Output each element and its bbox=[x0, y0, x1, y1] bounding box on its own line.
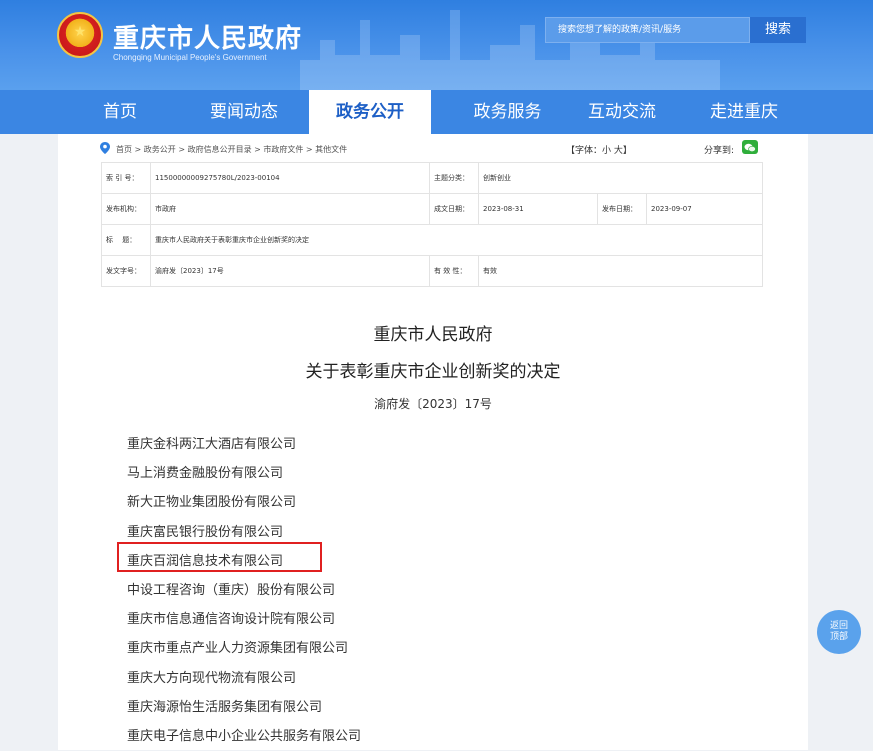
validity-label: 有 效 性： bbox=[429, 255, 479, 287]
wechat-icon[interactable] bbox=[742, 140, 758, 154]
published-date-label: 发布日期： bbox=[597, 193, 647, 225]
main-nav: 首页 要闻动态 政务公开 政务服务 互动交流 走进重庆 bbox=[0, 90, 873, 134]
nav-item-about-chongqing[interactable]: 走进重庆 bbox=[699, 90, 789, 134]
nav-item-gov-services[interactable]: 政务服务 bbox=[450, 90, 565, 134]
list-item: 中设工程咨询（重庆）股份有限公司 bbox=[127, 582, 336, 598]
list-item: 马上消费金融股份有限公司 bbox=[127, 466, 284, 482]
highlight-box bbox=[117, 542, 322, 572]
doc-number-label: 发文字号： bbox=[101, 255, 151, 287]
site-subtitle: Chongqing Municipal People's Government bbox=[113, 53, 267, 62]
list-item: 重庆市重点产业人力资源集团有限公司 bbox=[127, 641, 349, 657]
document-title: 关于表彰重庆市企业创新奖的决定 bbox=[305, 362, 561, 382]
back-to-top-line1: 返回 bbox=[829, 621, 848, 631]
main-content: 首页 > 政务公开 > 政府信息公开目录 > 市政府文件 > 其他文件 【字体：… bbox=[58, 134, 808, 750]
document-number: 渝府发〔2023〕17号 bbox=[374, 397, 492, 411]
validity-value: 有效 bbox=[478, 255, 763, 287]
created-date-value: 2023-08-31 bbox=[478, 193, 598, 225]
national-emblem-icon[interactable]: ★ bbox=[57, 12, 103, 58]
search-input[interactable] bbox=[545, 17, 750, 43]
font-size-control[interactable]: 【字体：小 大】 bbox=[566, 143, 632, 156]
location-pin-icon bbox=[100, 142, 110, 154]
breadcrumb[interactable]: 首页 > 政务公开 > 政府信息公开目录 > 市政府文件 > 其他文件 bbox=[116, 144, 347, 155]
back-to-top-button[interactable]: 返回 顶部 bbox=[817, 610, 861, 654]
issuer-value: 市政府 bbox=[150, 193, 430, 225]
doc-number-value: 渝府发〔2023〕17号 bbox=[150, 255, 430, 287]
issuer-label: 发布机构： bbox=[101, 193, 151, 225]
nav-item-home[interactable]: 首页 bbox=[90, 90, 150, 134]
index-label: 索 引 号： bbox=[101, 162, 151, 194]
list-item: 重庆海源怡生活服务集团有限公司 bbox=[127, 699, 323, 715]
company-list: 重庆金科两江大酒店有限公司 马上消费金融股份有限公司 新大正物业集团股份有限公司… bbox=[127, 430, 361, 751]
list-item: 新大正物业集团股份有限公司 bbox=[127, 495, 297, 511]
list-item: 重庆金科两江大酒店有限公司 bbox=[127, 437, 297, 452]
document-metadata-table: 索 引 号： 11500000009275780L/2023-00104 主题分… bbox=[101, 162, 763, 287]
published-date-value: 2023-09-07 bbox=[646, 193, 763, 225]
site-title[interactable]: 重庆市人民政府 bbox=[113, 18, 302, 55]
index-value: 11500000009275780L/2023-00104 bbox=[150, 162, 430, 194]
skyline-decoration bbox=[300, 10, 720, 90]
title-label: 标 题： bbox=[101, 224, 151, 256]
title-value: 重庆市人民政府关于表彰重庆市企业创新奖的决定 bbox=[150, 224, 763, 256]
search-button[interactable]: 搜索 bbox=[750, 17, 806, 43]
list-item: 重庆电子信息中小企业公共服务有限公司 bbox=[127, 728, 362, 744]
nav-item-gov-affairs-open[interactable]: 政务公开 bbox=[309, 90, 431, 134]
nav-item-news[interactable]: 要闻动态 bbox=[198, 90, 290, 134]
topic-label: 主题分类： bbox=[429, 162, 479, 194]
back-to-top-line2: 顶部 bbox=[829, 632, 848, 642]
list-item: 重庆市信息通信咨询设计院有限公司 bbox=[127, 612, 336, 628]
created-date-label: 成文日期： bbox=[429, 193, 479, 225]
nav-item-interaction[interactable]: 互动交流 bbox=[577, 90, 667, 134]
site-header: ★ 重庆市人民政府 Chongqing Municipal People's G… bbox=[0, 0, 873, 90]
topic-value: 创新创业 bbox=[478, 162, 763, 194]
share-label: 分享到: bbox=[704, 146, 735, 156]
document-org: 重庆市人民政府 bbox=[373, 325, 493, 345]
list-item: 重庆大方向现代物流有限公司 bbox=[127, 670, 297, 686]
